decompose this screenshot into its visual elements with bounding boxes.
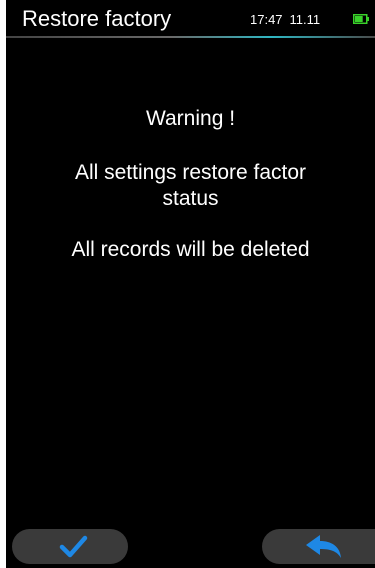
back-button[interactable] <box>262 529 375 564</box>
restore-factory-screen: Restore factory 17:47 11.11 Warning ! All… <box>6 0 375 568</box>
checkmark-icon <box>59 535 88 558</box>
status-header: Restore factory 17:47 11.11 <box>6 0 375 36</box>
warning-line-settings: All settings restore factor <box>74 161 307 184</box>
page-title: Restore factory <box>22 6 172 31</box>
clock: 17:47 11.11 <box>250 12 320 28</box>
warning-line-status: status <box>162 187 219 210</box>
confirm-button[interactable] <box>12 529 128 564</box>
date-text: 11.11 <box>289 12 321 27</box>
back-arrow-icon <box>306 535 341 558</box>
header-divider <box>6 36 375 38</box>
battery-icon <box>353 14 369 24</box>
warning-heading: Warning ! <box>145 107 236 130</box>
battery-level <box>355 16 363 22</box>
time-text: 17:47 <box>250 12 283 27</box>
warning-line-records: All records will be deleted <box>71 238 310 261</box>
